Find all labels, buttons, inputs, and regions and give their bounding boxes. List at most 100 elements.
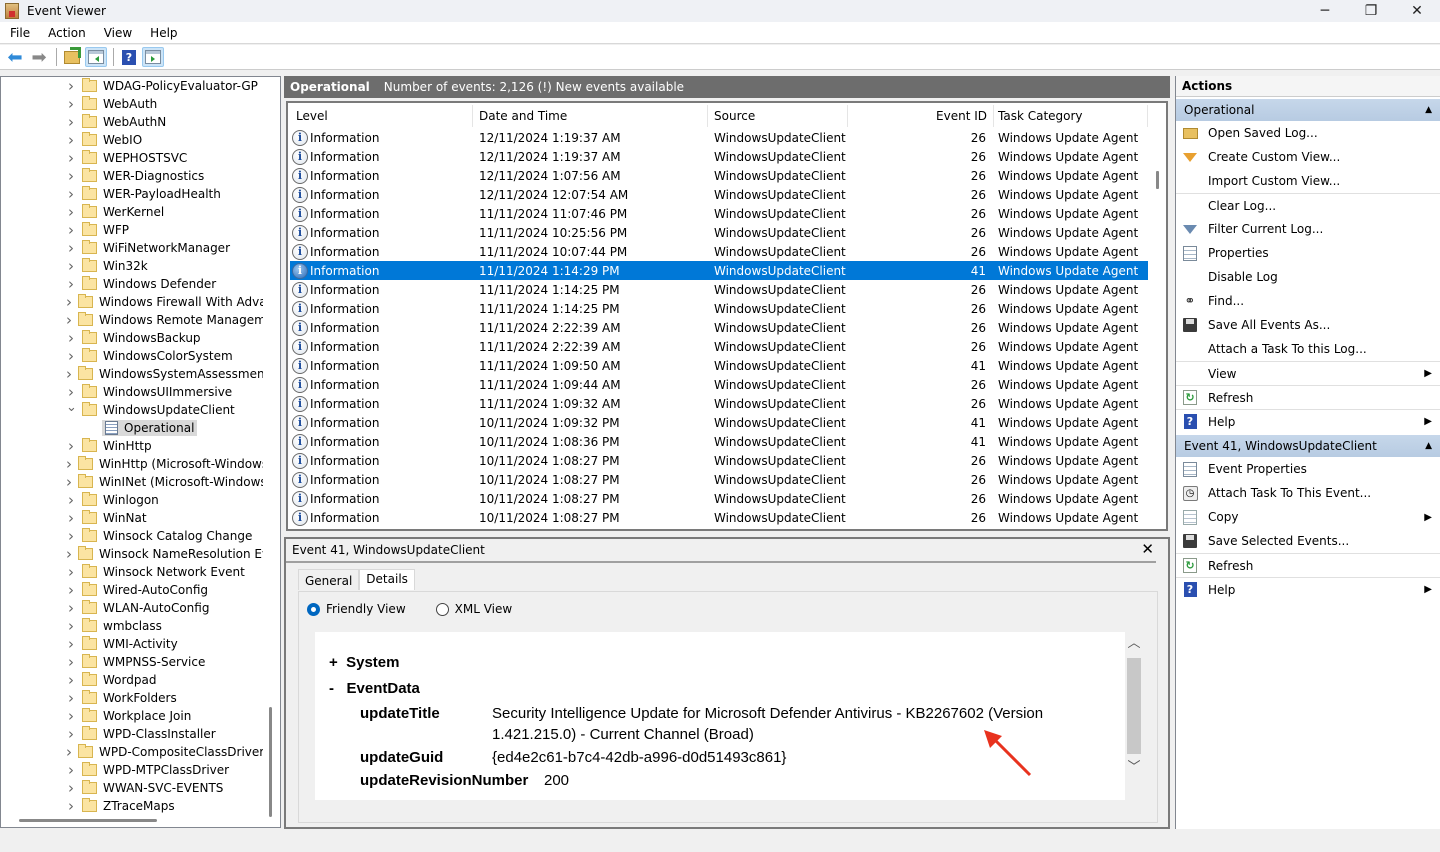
chevron-right-icon[interactable]: ›	[66, 797, 76, 815]
tree-item[interactable]: › WDAG-PolicyEvaluator-GP	[1, 77, 263, 95]
tree-item[interactable]: › Winsock Network Event	[1, 563, 263, 581]
event-row[interactable]: i Information 11/11/2024 11:07:46 PM Window…	[290, 204, 1148, 223]
close-detail-button[interactable]: ✕	[1141, 540, 1154, 558]
event-row[interactable]: i Information 10/11/2024 1:08:27 PM Windows…	[290, 508, 1148, 527]
forward-button[interactable]: ➡	[28, 47, 50, 68]
tree-item[interactable]: › Windows Firewall With Advanced Security	[1, 293, 263, 311]
chevron-right-icon[interactable]: ›	[66, 383, 76, 401]
chevron-right-icon[interactable]: ›	[66, 293, 72, 311]
chevron-right-icon[interactable]: ›	[66, 167, 76, 185]
chevron-right-icon[interactable]: ›	[66, 455, 72, 473]
column-source[interactable]: Source	[708, 105, 848, 127]
system-node[interactable]: + System	[329, 654, 399, 671]
event-row[interactable]: i Information 12/11/2024 1:07:56 AM Windows…	[290, 166, 1148, 185]
chevron-right-icon[interactable]: ›	[66, 653, 76, 671]
action-item[interactable]: Filter Current Log...	[1176, 217, 1440, 241]
chevron-right-icon[interactable]: ›	[66, 95, 76, 113]
event-row[interactable]: i Information 11/11/2024 1:09:44 AM Windows…	[290, 375, 1148, 394]
chevron-right-icon[interactable]: ›	[66, 527, 76, 545]
chevron-down-icon[interactable]: ⌄	[66, 401, 77, 415]
tree-item[interactable]: › WWAN-SVC-EVENTS	[1, 779, 263, 797]
tree-selection[interactable]: Operational	[102, 420, 198, 436]
column-level[interactable]: Level	[290, 105, 473, 127]
action-group-header[interactable]: Operational ▲	[1176, 99, 1440, 121]
collapse-icon[interactable]: ▲	[1425, 105, 1432, 115]
eventdata-toggle[interactable]: -	[329, 680, 334, 697]
menu-file[interactable]: File	[2, 26, 38, 40]
chevron-right-icon[interactable]: ›	[66, 689, 76, 707]
event-row[interactable]: i Information 11/11/2024 1:14:29 PM Windows…	[290, 261, 1148, 280]
event-row[interactable]: i Information 11/11/2024 2:22:39 AM Windows…	[290, 337, 1148, 356]
chevron-right-icon[interactable]: ›	[66, 185, 76, 203]
chevron-right-icon[interactable]: ›	[66, 365, 72, 383]
action-item[interactable]: ? Help ▶	[1176, 409, 1440, 433]
show-hide-action-pane-button[interactable]	[142, 47, 164, 67]
event-row[interactable]: i Information 10/11/2024 1:08:27 PM Windows…	[290, 489, 1148, 508]
chevron-right-icon[interactable]: ›	[66, 77, 76, 95]
tree-item[interactable]: › WMPNSS-Service	[1, 653, 263, 671]
event-row[interactable]: i Information 10/11/2024 1:08:27 PM Windows…	[290, 451, 1148, 470]
tree-item[interactable]: › WinNat	[1, 509, 263, 527]
chevron-right-icon[interactable]: ›	[66, 311, 72, 329]
help-button[interactable]: ?	[118, 47, 140, 67]
eventdata-node[interactable]: - EventData	[329, 680, 420, 697]
tree-item[interactable]: › WindowsBackup	[1, 329, 263, 347]
chevron-right-icon[interactable]: ›	[66, 581, 76, 599]
chevron-right-icon[interactable]: ›	[66, 743, 72, 761]
chevron-right-icon[interactable]: ›	[66, 149, 76, 167]
event-row[interactable]: i Information 10/11/2024 1:09:32 PM Windows…	[290, 413, 1148, 432]
friendly-view-label[interactable]: Friendly View	[326, 602, 406, 616]
tree-item[interactable]: › WebAuthN	[1, 113, 263, 131]
chevron-right-icon[interactable]: ›	[66, 329, 76, 347]
tree-item[interactable]: › WinHttp	[1, 437, 263, 455]
event-row[interactable]: i Information 11/11/2024 2:22:39 AM Windows…	[290, 318, 1148, 337]
action-item[interactable]: Copy ▶	[1176, 505, 1440, 529]
chevron-right-icon[interactable]: ›	[66, 635, 76, 653]
action-item[interactable]: ? Help ▶	[1176, 577, 1440, 601]
event-row[interactable]: i Information 12/11/2024 12:07:54 AM Window…	[290, 185, 1148, 204]
close-button[interactable]: ✕	[1394, 0, 1440, 22]
restore-button[interactable]: ❐	[1348, 0, 1394, 22]
chevron-right-icon[interactable]: ›	[66, 221, 76, 239]
action-item[interactable]: ↻ Refresh	[1176, 553, 1440, 577]
tree-item[interactable]: › WEPHOSTSVC	[1, 149, 263, 167]
tree-item[interactable]: › Wired-AutoConfig	[1, 581, 263, 599]
chevron-right-icon[interactable]: ›	[66, 437, 76, 455]
chevron-right-icon[interactable]: ›	[66, 617, 76, 635]
event-row[interactable]: i Information 10/11/2024 1:08:36 PM Windows…	[290, 432, 1148, 451]
console-tree[interactable]: › WDAG-PolicyEvaluator-GP › WebAuth › WebAuth…	[0, 76, 281, 828]
friendly-view-radio[interactable]	[307, 602, 320, 616]
event-row[interactable]: i Information 12/11/2024 1:19:37 AM Windows…	[290, 128, 1148, 147]
chevron-right-icon[interactable]: ›	[66, 257, 76, 275]
chevron-right-icon[interactable]: ›	[66, 239, 76, 257]
tree-item[interactable]: › WebIO	[1, 131, 263, 149]
tree-item[interactable]: Operational	[1, 419, 263, 437]
tree-item[interactable]: › WER-PayloadHealth	[1, 185, 263, 203]
action-item[interactable]: Open Saved Log...	[1176, 121, 1440, 145]
tree-item[interactable]: › WER-Diagnostics	[1, 167, 263, 185]
tree-item[interactable]: › WFP	[1, 221, 263, 239]
chevron-right-icon[interactable]: ›	[66, 491, 76, 509]
action-item[interactable]: Create Custom View...	[1176, 145, 1440, 169]
chevron-right-icon[interactable]: ›	[66, 545, 72, 563]
tree-item[interactable]: › WiFiNetworkManager	[1, 239, 263, 257]
tree-item[interactable]: › WindowsColorSystem	[1, 347, 263, 365]
tree-item[interactable]: › WebAuth	[1, 95, 263, 113]
menu-help[interactable]: Help	[142, 26, 185, 40]
tree-item[interactable]: › WorkFolders	[1, 689, 263, 707]
up-one-level-button[interactable]	[61, 47, 83, 67]
event-row[interactable]: i Information 11/11/2024 1:14:25 PM Windows…	[290, 299, 1148, 318]
chevron-right-icon[interactable]: ›	[66, 779, 76, 797]
action-group-header[interactable]: Event 41, WindowsUpdateClient ▲	[1176, 435, 1440, 457]
chevron-right-icon[interactable]: ›	[66, 725, 76, 743]
action-item[interactable]: View ▶	[1176, 361, 1440, 385]
event-row[interactable]: i Information 11/11/2024 1:09:50 AM Windows…	[290, 356, 1148, 375]
chevron-right-icon[interactable]: ›	[66, 347, 76, 365]
action-item[interactable]: Disable Log	[1176, 265, 1440, 289]
chevron-right-icon[interactable]: ›	[66, 599, 76, 617]
menu-action[interactable]: Action	[40, 26, 94, 40]
scroll-up-icon[interactable]: ︿	[1125, 632, 1143, 652]
column-event-id[interactable]: Event ID	[848, 105, 994, 127]
chevron-right-icon[interactable]: ›	[66, 113, 76, 131]
chevron-right-icon[interactable]: ›	[66, 131, 76, 149]
